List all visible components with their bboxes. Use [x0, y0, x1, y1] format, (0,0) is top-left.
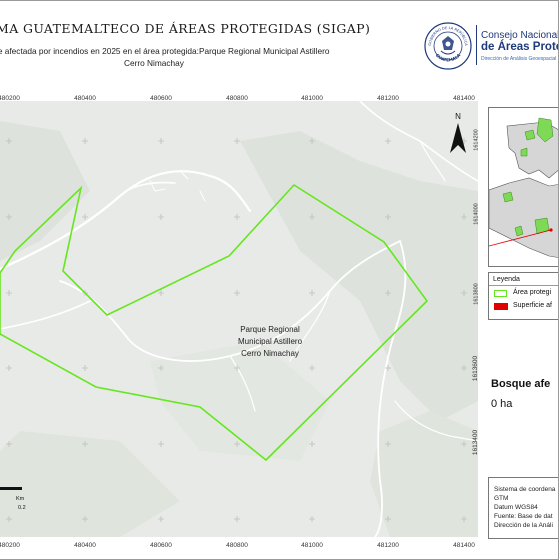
map-title: MA GUATEMALTECO DE ÁREAS PROTEGIDAS (SIG…: [0, 21, 371, 36]
legend-title: Leyenda: [493, 276, 520, 283]
area-label-line1: Parque Regional: [240, 325, 300, 334]
y-tick-right: 1613600: [472, 355, 480, 382]
x-tick-bottom: 480600: [150, 542, 172, 549]
metadata-line: Datum WGS84: [494, 504, 538, 511]
conap-logo-line2: de Áreas Protegid: [481, 41, 558, 53]
scale-value-label: 0.2: [18, 505, 26, 511]
x-tick-bottom: 481000: [301, 542, 323, 549]
inset-map-graphic: [489, 108, 558, 266]
location-inset-map: [488, 107, 558, 267]
legend-label-protected-area: Área protegi: [513, 289, 552, 296]
map-legend: Leyenda Área protegi Superficie af: [488, 272, 558, 320]
north-label: N: [455, 112, 461, 121]
affected-forest-summary: Bosque afe 0 ha: [488, 365, 558, 425]
main-map: Parque Regional Municipal Astillero Cerr…: [0, 101, 478, 537]
inset-y-tick: 1614200: [473, 129, 480, 151]
inset-y-tick: 1613800: [473, 283, 480, 305]
metadata-line: Dirección de la Análi: [494, 522, 553, 529]
metadata-line: GTM: [494, 495, 509, 502]
x-tick-bottom: 480200: [0, 542, 20, 549]
metadata-line: Fuente: Base de dat: [494, 513, 553, 520]
area-label-line3: Cerro Nimachay: [241, 349, 299, 358]
legend-divider: [489, 285, 558, 286]
guatemala-seal-logo: GOBIERNO DE LA REPÚBLICA GUATEMALA: [424, 22, 472, 70]
legend-swatch-protected-area: [494, 290, 507, 297]
y-tick-right: 1613400: [472, 429, 480, 456]
logo-divider: [476, 25, 477, 65]
scale-unit-label: Km: [16, 496, 25, 502]
map-header: MA GUATEMALTECO DE ÁREAS PROTEGIDAS (SIG…: [0, 1, 559, 83]
map-layout: MA GUATEMALTECO DE ÁREAS PROTEGIDAS (SIG…: [0, 0, 559, 560]
legend-swatch-affected-area: [494, 303, 508, 310]
conap-logo-line3: Dirección de Análisis Geoespacial: [481, 56, 557, 62]
map-subtitle-line1: ie afectada por incendios en 2025 en el …: [0, 46, 330, 56]
map-subtitle-line2: Cerro Nimachay: [124, 58, 184, 68]
affected-forest-title: Bosque afe: [491, 378, 551, 390]
legend-label-affected-area: Superficie af: [513, 302, 552, 309]
conap-logo-line1: Consejo Nacional: [481, 30, 559, 41]
area-label-line2: Municipal Astillero: [238, 337, 303, 346]
x-tick-bottom: 481400: [453, 542, 475, 549]
map-metadata-box: Sistema de coordena GTM Datum WGS84 Fuen…: [488, 477, 558, 539]
x-tick-bottom: 480800: [226, 542, 248, 549]
inset-y-tick: 1614000: [473, 203, 480, 225]
scale-bar: [0, 487, 22, 490]
metadata-line: Sistema de coordena: [494, 486, 556, 493]
affected-forest-value: 0 ha: [491, 398, 513, 410]
x-tick-bottom: 481200: [377, 542, 399, 549]
x-tick-bottom: 480400: [74, 542, 96, 549]
terrain-patch: [370, 411, 478, 537]
